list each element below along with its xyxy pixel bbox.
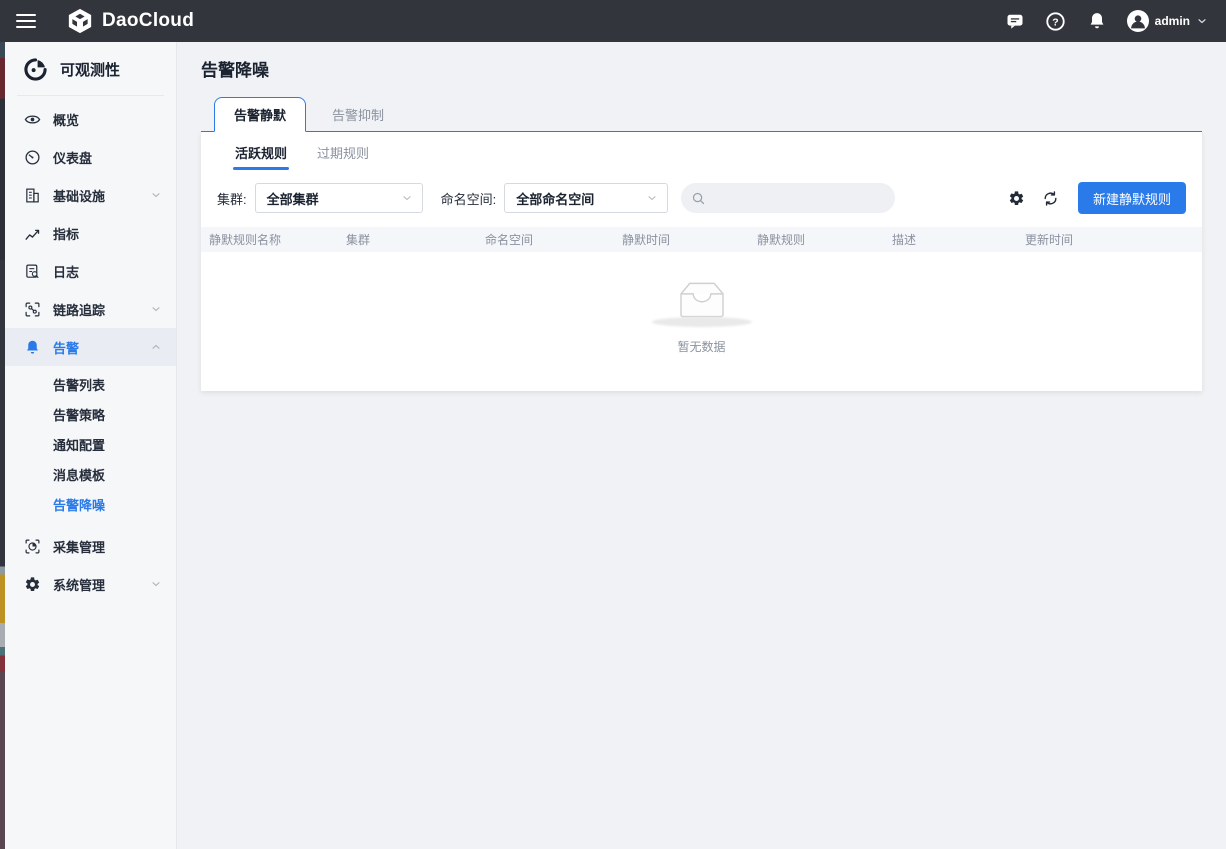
settings-gear-icon[interactable] bbox=[1007, 188, 1027, 208]
page-title: 告警降噪 bbox=[201, 56, 1202, 81]
filter-toolbar: 集群: 全部集群 命名空间: 全部命名空间 bbox=[201, 170, 1202, 227]
empty-inbox-icon bbox=[674, 279, 730, 321]
eye-icon bbox=[24, 111, 41, 128]
chevron-down-icon bbox=[150, 578, 162, 590]
hamburger-menu-icon[interactable] bbox=[5, 0, 47, 42]
sidebar-item-logs[interactable]: 日志 bbox=[5, 252, 176, 290]
subtab-expired-rules[interactable]: 过期规则 bbox=[315, 132, 371, 170]
topbar: DaoCloud ? bbox=[0, 0, 1226, 42]
sidebar-item-tracing[interactable]: 链路追踪 bbox=[5, 290, 176, 328]
sub-item-label: 通知配置 bbox=[53, 435, 105, 454]
avatar bbox=[1127, 10, 1149, 32]
sidebar-item-label: 概览 bbox=[53, 110, 79, 129]
logs-icon bbox=[24, 263, 41, 280]
namespace-label: 命名空间: bbox=[441, 189, 497, 208]
table-header-row: 静默规则名称 集群 命名空间 静默时间 静默规则 描述 更新时间 bbox=[201, 227, 1202, 252]
column-header-description: 描述 bbox=[892, 231, 1025, 248]
sidebar-item-label: 基础设施 bbox=[53, 186, 105, 205]
sidebar-item-overview[interactable]: 概览 bbox=[5, 100, 176, 138]
search-icon bbox=[691, 191, 706, 206]
namespace-select-value: 全部命名空间 bbox=[516, 189, 594, 208]
help-icon[interactable]: ? bbox=[1045, 10, 1067, 32]
collection-scan-icon bbox=[24, 538, 41, 555]
sidebar-item-alerts[interactable]: 告警 bbox=[5, 328, 176, 366]
sidebar-item-system[interactable]: 系统管理 bbox=[5, 565, 176, 603]
sub-item-label: 告警策略 bbox=[53, 405, 105, 424]
gear-icon bbox=[24, 576, 41, 593]
tab-bar: 告警静默 告警抑制 bbox=[201, 97, 1202, 132]
sidebar-item-collection[interactable]: 采集管理 bbox=[5, 527, 176, 565]
sub-item-label: 告警降噪 bbox=[53, 495, 105, 514]
chevron-down-icon bbox=[401, 192, 413, 204]
sidebar-item-infrastructure[interactable]: 基础设施 bbox=[5, 176, 176, 214]
sidebar-subitem-message-template[interactable]: 消息模板 bbox=[5, 459, 176, 489]
observability-icon bbox=[23, 57, 48, 82]
create-silence-rule-button[interactable]: 新建静默规则 bbox=[1078, 182, 1186, 214]
cluster-label: 集群: bbox=[217, 189, 247, 208]
empty-state: 暂无数据 bbox=[201, 252, 1202, 391]
sidebar-item-metrics[interactable]: 指标 bbox=[5, 214, 176, 252]
tracing-icon bbox=[24, 301, 41, 318]
brand-name: DaoCloud bbox=[102, 10, 194, 32]
username: admin bbox=[1155, 14, 1190, 28]
tab-alert-inhibition[interactable]: 告警抑制 bbox=[306, 98, 410, 131]
column-header-update-time: 更新时间 bbox=[1025, 231, 1202, 248]
subtab-bar: 活跃规则 过期规则 bbox=[201, 132, 1202, 170]
sidebar-subitem-alert-list[interactable]: 告警列表 bbox=[5, 369, 176, 399]
subtab-active-rules[interactable]: 活跃规则 bbox=[233, 132, 289, 170]
daocloud-cube-icon bbox=[67, 8, 93, 34]
sidebar-subitem-alert-policy[interactable]: 告警策略 bbox=[5, 399, 176, 429]
sidebar-item-label: 指标 bbox=[53, 224, 79, 243]
sidebar-item-label: 告警 bbox=[53, 338, 79, 357]
column-header-cluster: 集群 bbox=[346, 231, 485, 248]
column-header-silence-time: 静默时间 bbox=[622, 231, 757, 248]
message-icon[interactable] bbox=[1004, 10, 1026, 32]
content-card: 活跃规则 过期规则 集群: 全部集群 命名空间: 全部命名空间 bbox=[201, 132, 1202, 391]
sub-item-label: 消息模板 bbox=[53, 465, 105, 484]
empty-text: 暂无数据 bbox=[677, 338, 725, 355]
alerts-submenu: 告警列表 告警策略 通知配置 消息模板 告警降噪 bbox=[5, 366, 176, 527]
user-chevron-down-icon bbox=[1196, 15, 1208, 27]
chevron-down-icon bbox=[646, 192, 658, 204]
gauge-icon bbox=[24, 149, 41, 166]
refresh-icon[interactable] bbox=[1041, 188, 1061, 208]
namespace-select[interactable]: 全部命名空间 bbox=[504, 183, 668, 213]
sidebar-item-label: 仪表盘 bbox=[53, 148, 92, 167]
search-input[interactable] bbox=[712, 191, 885, 206]
user-menu[interactable]: admin bbox=[1127, 10, 1208, 32]
main-content: 告警降噪 告警静默 告警抑制 活跃规则 过期规则 集群: 全部集群 命名空间: … bbox=[177, 42, 1226, 849]
sidebar-item-label: 日志 bbox=[53, 262, 79, 281]
column-header-rule-name: 静默规则名称 bbox=[209, 231, 346, 248]
sidebar-item-label: 链路追踪 bbox=[53, 300, 105, 319]
sidebar-header[interactable]: 可观测性 bbox=[5, 42, 176, 95]
sidebar-divider bbox=[17, 95, 164, 96]
notification-bell-icon[interactable] bbox=[1086, 10, 1108, 32]
left-edge-strip bbox=[0, 42, 5, 849]
chevron-up-icon bbox=[150, 341, 162, 353]
sidebar-subitem-notify-config[interactable]: 通知配置 bbox=[5, 429, 176, 459]
cluster-select[interactable]: 全部集群 bbox=[255, 183, 423, 213]
tab-alert-silence[interactable]: 告警静默 bbox=[214, 97, 306, 132]
metrics-chart-icon bbox=[24, 225, 41, 242]
daocloud-logo[interactable]: DaoCloud bbox=[67, 8, 194, 34]
sidebar: 可观测性 概览 仪表盘 bbox=[5, 42, 177, 849]
column-header-namespace: 命名空间 bbox=[485, 231, 622, 248]
chevron-down-icon bbox=[150, 189, 162, 201]
column-header-silence-rule: 静默规则 bbox=[757, 231, 892, 248]
sidebar-subitem-alert-noise-reduction[interactable]: 告警降噪 bbox=[5, 489, 176, 519]
building-icon bbox=[24, 187, 41, 204]
sidebar-title: 可观测性 bbox=[60, 59, 120, 80]
search-box[interactable] bbox=[681, 183, 895, 213]
chevron-down-icon bbox=[150, 303, 162, 315]
sidebar-item-dashboard[interactable]: 仪表盘 bbox=[5, 138, 176, 176]
cluster-select-value: 全部集群 bbox=[267, 189, 319, 208]
sidebar-item-label: 系统管理 bbox=[53, 575, 105, 594]
sidebar-item-label: 采集管理 bbox=[53, 537, 105, 556]
svg-text:?: ? bbox=[1052, 16, 1058, 28]
sub-item-label: 告警列表 bbox=[53, 375, 105, 394]
empty-icon-shadow bbox=[652, 317, 752, 327]
alert-bell-icon bbox=[24, 339, 41, 356]
